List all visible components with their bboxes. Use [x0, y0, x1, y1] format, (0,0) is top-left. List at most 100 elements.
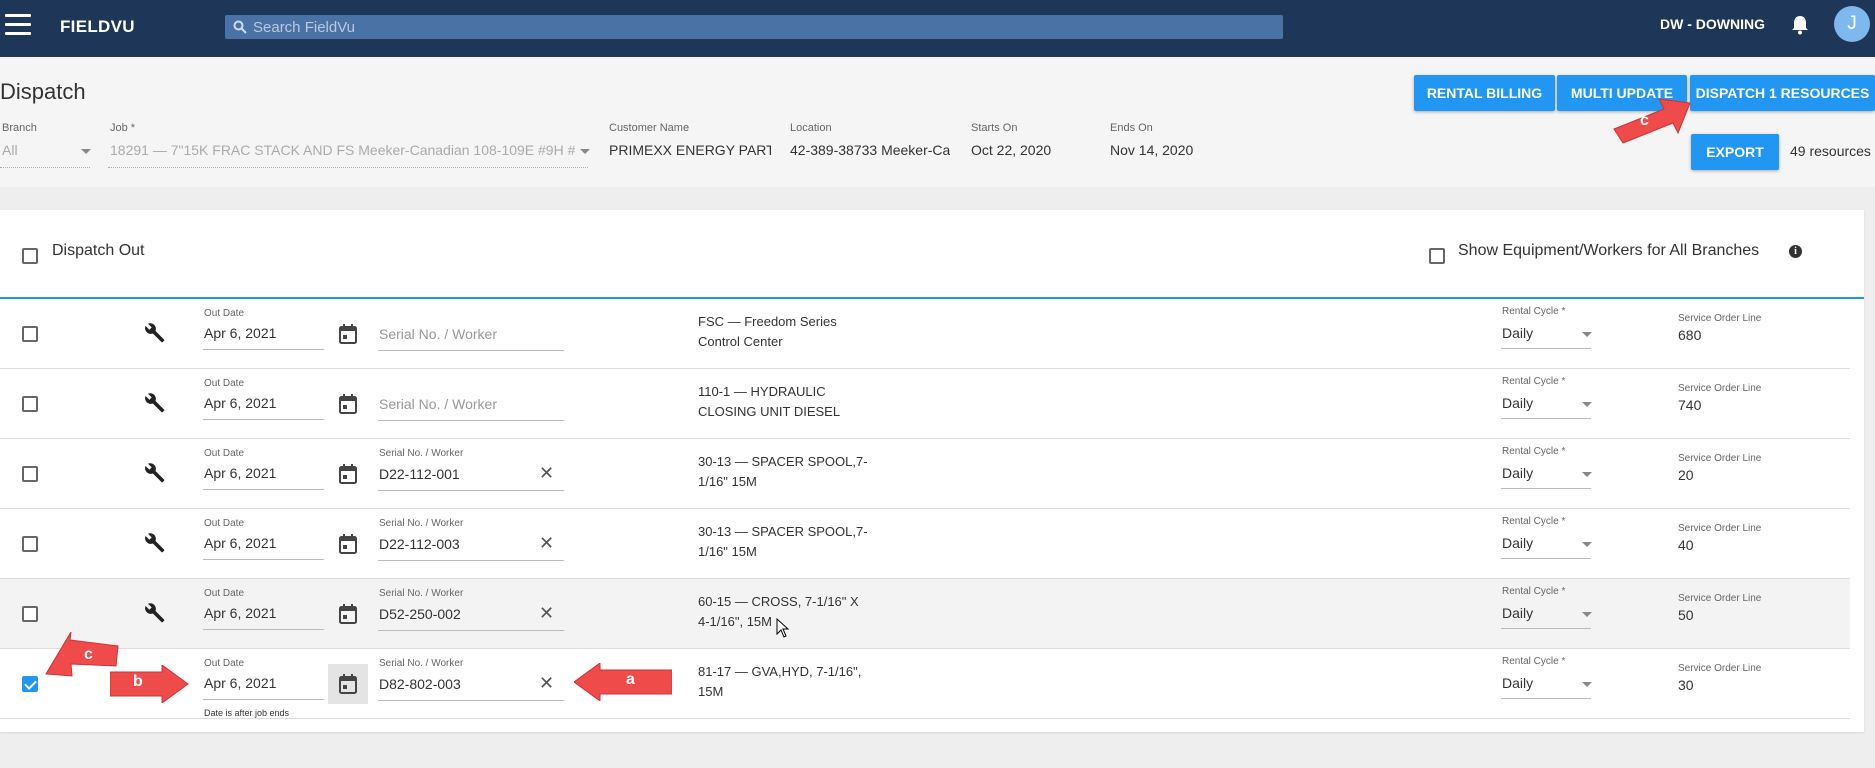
calendar-icon	[338, 673, 358, 700]
customer-value: PRIMEXX ENERGY PARTNERS	[609, 142, 771, 158]
out-date-input[interactable]: Apr 6, 2021	[204, 535, 276, 551]
rental-cycle-label: Rental Cycle *	[1502, 656, 1566, 667]
show-all-branches-label: Show Equipment/Workers for All Branches	[1458, 242, 1760, 259]
rental-cycle-underline	[1501, 348, 1591, 349]
wrench-icon	[143, 391, 167, 420]
rental-billing-button[interactable]: RENTAL BILLING	[1414, 75, 1555, 111]
rental-cycle-underline	[1501, 698, 1591, 699]
mouse-cursor-icon	[776, 618, 790, 638]
item-description-line2: 15M	[698, 684, 724, 699]
calendar-icon	[338, 323, 358, 350]
service-order-line-label: Service Order Line	[1678, 663, 1762, 674]
out-date-underline	[203, 489, 324, 490]
item-description-line1: 30-13 — SPACER SPOOL,7-	[698, 454, 868, 469]
menu-icon[interactable]	[5, 14, 31, 36]
clear-serial-icon[interactable]: ✕	[539, 463, 554, 484]
branch-user-label[interactable]: DW - DOWNING	[1660, 16, 1765, 32]
row-checkbox[interactable]	[22, 396, 38, 412]
dispatch-out-label: Dispatch Out	[52, 242, 145, 259]
search-input[interactable]	[253, 18, 1253, 36]
job-select[interactable]: 18291 — 7"15K FRAC STACK AND FS Meeker-C…	[110, 142, 575, 158]
branch-select[interactable]: All	[2, 142, 18, 158]
show-all-branches-checkbox[interactable]	[1429, 248, 1445, 264]
rental-cycle-label: Rental Cycle *	[1502, 516, 1566, 527]
out-date-input[interactable]: Apr 6, 2021	[204, 325, 276, 341]
serial-input[interactable]: D52-250-002	[379, 606, 461, 622]
avatar[interactable]: J	[1834, 6, 1870, 42]
table-row[interactable]: Out Date Apr 6, 2021 Date is after job end…	[0, 649, 1850, 719]
table-row[interactable]: Out Date Apr 6, 2021 Serial No. / Worker D2…	[0, 509, 1850, 579]
item-description: FSC — Freedom Series Control Center	[698, 312, 878, 352]
ends-on-label: Ends On	[1110, 122, 1153, 134]
search-icon	[233, 20, 247, 34]
out-date-input[interactable]: Apr 6, 2021	[204, 465, 276, 481]
out-date-underline	[203, 699, 324, 700]
dispatch-header: Dispatch Branch All Job * 18291 — 7"15K …	[0, 57, 1875, 187]
row-checkbox[interactable]	[22, 606, 38, 622]
service-order-line-value: 740	[1678, 397, 1702, 413]
dispatch-resources-button[interactable]: DISPATCH 1 RESOURCES	[1690, 75, 1875, 111]
item-description-line1: FSC — Freedom Series	[698, 314, 837, 329]
job-label: Job *	[110, 122, 136, 134]
page-title: Dispatch	[0, 79, 86, 104]
calendar-button[interactable]	[328, 314, 368, 354]
date-helper-text: Date is after job ends	[204, 708, 290, 718]
wrench-icon	[143, 321, 167, 350]
row-checkbox[interactable]	[22, 676, 38, 692]
serial-input[interactable]: D22-112-001	[379, 466, 460, 482]
export-button[interactable]: EXPORT	[1691, 134, 1779, 170]
chevron-down-icon	[580, 149, 590, 154]
table-row[interactable]: Out Date Apr 6, 2021 Serial No. / Worker D5…	[0, 579, 1850, 649]
rental-cycle-select[interactable]: Daily	[1502, 465, 1533, 481]
rental-cycle-label: Rental Cycle *	[1502, 446, 1566, 457]
serial-input[interactable]: Serial No. / Worker	[379, 326, 497, 342]
serial-underline	[378, 700, 564, 701]
rental-cycle-label: Rental Cycle *	[1502, 306, 1566, 317]
row-checkbox[interactable]	[22, 536, 38, 552]
table-row[interactable]: Out Date Apr 6, 2021 Serial No. / Worker FS…	[0, 299, 1850, 369]
out-date-label: Out Date	[204, 588, 245, 599]
item-description-line1: 110-1 — HYDRAULIC	[698, 384, 826, 399]
rental-cycle-select[interactable]: Daily	[1502, 535, 1533, 551]
ends-on-value: Nov 14, 2020	[1110, 142, 1194, 158]
calendar-button[interactable]	[328, 384, 368, 424]
calendar-button[interactable]	[328, 594, 368, 634]
calendar-button[interactable]	[328, 524, 368, 564]
out-date-label: Out Date	[204, 308, 245, 319]
out-date-input[interactable]: Apr 6, 2021	[204, 395, 276, 411]
rental-cycle-select[interactable]: Daily	[1502, 605, 1533, 621]
calendar-button[interactable]	[328, 454, 368, 494]
serial-input[interactable]: D82-802-003	[379, 676, 461, 692]
app-brand[interactable]: FIELDVU	[60, 17, 135, 37]
clear-serial-icon[interactable]: ✕	[539, 603, 554, 624]
clear-serial-icon[interactable]: ✕	[539, 533, 554, 554]
row-checkbox[interactable]	[22, 326, 38, 342]
annotation-label-a: a	[626, 671, 635, 688]
annotation-arrow-b	[110, 665, 189, 703]
row-checkbox[interactable]	[22, 466, 38, 482]
chevron-down-icon	[81, 149, 91, 154]
wrench-icon	[143, 461, 167, 490]
location-label: Location	[790, 122, 832, 134]
global-search[interactable]	[225, 15, 1283, 39]
dispatch-out-checkbox[interactable]	[22, 248, 38, 264]
rental-cycle-select[interactable]: Daily	[1502, 395, 1533, 411]
serial-input[interactable]: D22-112-003	[379, 536, 460, 552]
table-row[interactable]: Out Date Apr 6, 2021 Serial No. / Worker 11…	[0, 369, 1850, 439]
chevron-down-icon	[1582, 332, 1592, 337]
info-icon[interactable]: i	[1789, 245, 1802, 258]
out-date-input[interactable]: Apr 6, 2021	[204, 605, 276, 621]
table-row[interactable]: Out Date Apr 6, 2021 Serial No. / Worker D2…	[0, 439, 1850, 509]
clear-serial-icon[interactable]: ✕	[539, 673, 554, 694]
rental-cycle-underline	[1501, 628, 1591, 629]
rental-cycle-select[interactable]: Daily	[1502, 675, 1533, 691]
calendar-button[interactable]	[328, 664, 368, 704]
bell-icon[interactable]	[1790, 14, 1810, 36]
out-date-input[interactable]: Apr 6, 2021	[204, 675, 276, 691]
service-order-line-label: Service Order Line	[1678, 313, 1762, 324]
rental-cycle-select[interactable]: Daily	[1502, 325, 1533, 341]
rental-cycle-label: Rental Cycle *	[1502, 586, 1566, 597]
serial-input[interactable]: Serial No. / Worker	[379, 396, 497, 412]
serial-underline	[378, 350, 564, 351]
serial-underline	[378, 490, 564, 491]
